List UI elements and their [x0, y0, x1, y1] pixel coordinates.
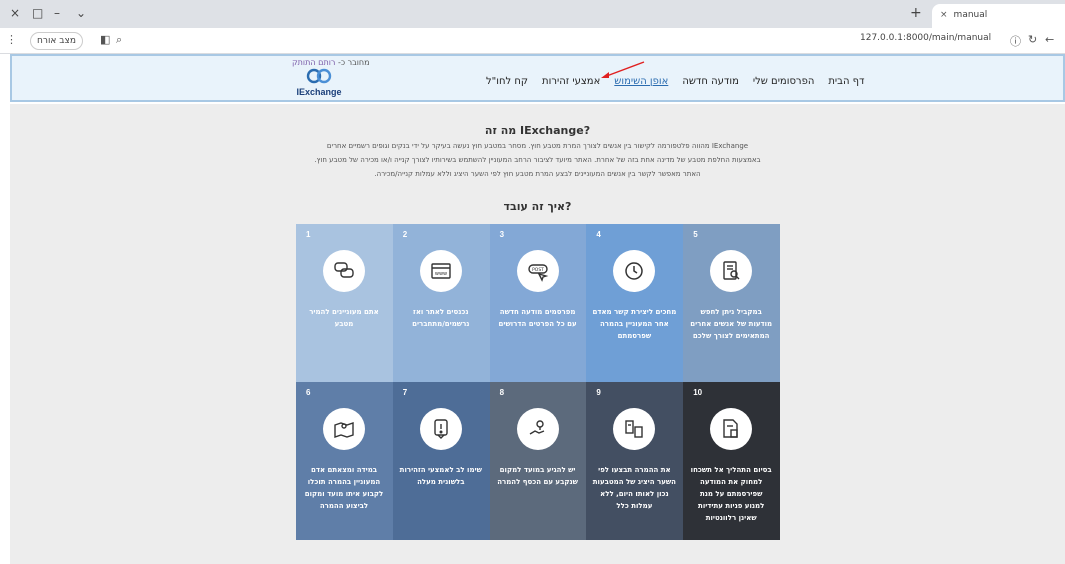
step-card-4: 4 מחכים ליצירת קשר מאדם אחר המעוניין בהמר…	[586, 224, 684, 382]
step-text: יש להגיע במועד למקום שנקבע עם הכסף להמרה	[497, 466, 578, 486]
post-click-icon: POST	[516, 250, 559, 292]
step-number: 3	[499, 230, 505, 239]
nav-abroad[interactable]: קח לחו"ל	[486, 76, 528, 87]
logged-in-user: מחובר כ- רותם התותק	[292, 58, 370, 67]
step-card-6: 6 במידה ומצאתם אדם המעוניין בהמרה תוכלו ל…	[296, 382, 393, 540]
url-text[interactable]: 127.0.0.1:8000/main/manual	[860, 33, 991, 43]
nav-home[interactable]: דף הבית	[828, 76, 864, 87]
address-bar: ⋮ מצב אורח ◧ ⌕ 127.0.0.1:8000/main/manua…	[0, 28, 1065, 54]
step-number: 7	[402, 388, 408, 397]
warning-tag-icon	[419, 408, 462, 450]
close-window-icon[interactable]: ×	[10, 6, 20, 20]
step-text: במידה ומצאתם אדם המעוניין בהמרה תוכלו לק…	[304, 466, 384, 510]
svg-text:POST: POST	[532, 267, 544, 273]
step-number: 8	[499, 388, 505, 397]
step-card-10: 10 בסיום התהליך אל תשכחו למחוק את המודעה …	[683, 382, 780, 540]
step-card-8: 8 יש להגיע במועד למקום שנקבע עם הכסף להמר…	[489, 382, 587, 540]
step-number: 6	[306, 388, 311, 397]
intro-line-3: האתר מאפשר לקשר בין אנשים המעוניינים לבצ…	[374, 170, 701, 178]
main-nav: דף הביתהפרסומים שלימודעה חדשהאופן השימוש…	[472, 76, 865, 87]
new-tab-button[interactable]: +	[910, 5, 922, 21]
reload-icon[interactable]: ↻	[1028, 33, 1037, 46]
step-number: 5	[693, 230, 698, 239]
location-handshake-icon	[516, 408, 559, 450]
map-pin-icon	[323, 408, 365, 450]
step-text: מפרסמים מודעה חדשה עם כל הפרטים הדרושים	[498, 308, 577, 328]
sidebar-toggle-icon[interactable]: ◧	[100, 33, 110, 46]
nav-safety[interactable]: אמצעי זהירות	[542, 76, 600, 87]
step-number: 2	[402, 230, 408, 239]
intro-line-1: IExchange מהווה פלטפורמה לקישור בין אנשי…	[326, 142, 749, 150]
minimize-window-icon[interactable]: –	[54, 6, 60, 20]
step-number: 9	[596, 388, 601, 397]
step-text: במקביל ניתן לחפש מודעות של אנשים אחרים ה…	[690, 308, 773, 340]
back-icon[interactable]: ←	[1045, 33, 1054, 46]
browser-www-icon: www	[419, 250, 462, 292]
nav-my-posts[interactable]: הפרסומים שלי	[753, 76, 814, 87]
browser-tab-strip: × □ – ⌄ + × manual	[0, 0, 1065, 28]
chat-bubbles-icon	[323, 250, 365, 292]
step-number: 4	[596, 230, 601, 239]
logo-text: IExchange	[296, 87, 342, 97]
how-it-works-title: איך זה עובד?	[503, 200, 572, 213]
step-card-2: 2 www נכנסים לאתר ואז נרשמים/מתחברים	[392, 224, 490, 382]
step-text: אתם מעוניינים להמיר מטבע	[309, 308, 379, 328]
logo-mark-icon	[294, 68, 344, 87]
step-text: את ההמרה תבצעו לפי השער היציג של המטבעות…	[592, 466, 676, 510]
svg-text:www: www	[435, 271, 447, 277]
manual-content: מה זה IExchange? IExchange מהווה פלטפורמ…	[10, 104, 1065, 564]
step-card-9: 9 את ההמרה תבצעו לפי השער היציג של המטבעו…	[586, 382, 684, 540]
step-number: 10	[693, 388, 703, 397]
tab-manual[interactable]: × manual	[932, 4, 1065, 28]
step-card-3: 3 POST מפרסמים מודעה חדשה עם כל הפרטים הדר…	[489, 224, 587, 382]
clock-icon	[613, 250, 656, 292]
site-logo[interactable]: IExchange	[294, 68, 344, 100]
profile-label: מצב אורח	[37, 36, 76, 46]
search-icon[interactable]: ⌕	[116, 33, 122, 47]
step-number: 1	[306, 230, 311, 239]
site-info-icon[interactable]: ⓘ	[1010, 33, 1021, 49]
step-text: שימו לב לאמצעי הזהירות בלשונית מעלה	[399, 466, 482, 486]
annotation-arrow	[601, 61, 645, 78]
tab-search-icon[interactable]: ⌄	[76, 6, 86, 20]
what-is-title: מה זה IExchange?	[484, 124, 591, 137]
site-header: מחובר כ- רותם התותק IExchange דף הבית הפר…	[10, 54, 1065, 102]
menu-dots-icon[interactable]: ⋮	[6, 33, 17, 46]
step-text: בסיום התהליך אל תשכחו למחוק את המודעה שפ…	[690, 466, 772, 522]
nav-new-post[interactable]: מודעה חדשה	[682, 76, 739, 87]
tab-title: manual	[953, 10, 988, 20]
tab-close-icon[interactable]: ×	[940, 10, 948, 20]
step-card-5: 5 במקביל ניתן לחפש מודעות של אנשים אחרים …	[683, 224, 780, 382]
maximize-window-icon[interactable]: □	[32, 6, 43, 20]
step-text: מחכים ליצירת קשר מאדם אחר המעוניין בהמרה…	[592, 308, 677, 340]
guest-profile-button[interactable]: מצב אורח	[30, 32, 83, 50]
step-card-7: 7 שימו לב לאמצעי הזהירות בלשונית מעלה	[392, 382, 490, 540]
intro-line-2: באמצעות החלפת מטבע של מדינה אחת בזה של א…	[314, 156, 761, 164]
step-card-1: 1 אתם מעוניינים להמיר מטבע	[296, 224, 393, 382]
delete-document-icon	[710, 408, 753, 450]
step-text: נכנסים לאתר ואז נרשמים/מתחברים	[412, 308, 470, 328]
document-search-icon	[710, 250, 753, 292]
exchange-rate-icon	[613, 408, 656, 450]
